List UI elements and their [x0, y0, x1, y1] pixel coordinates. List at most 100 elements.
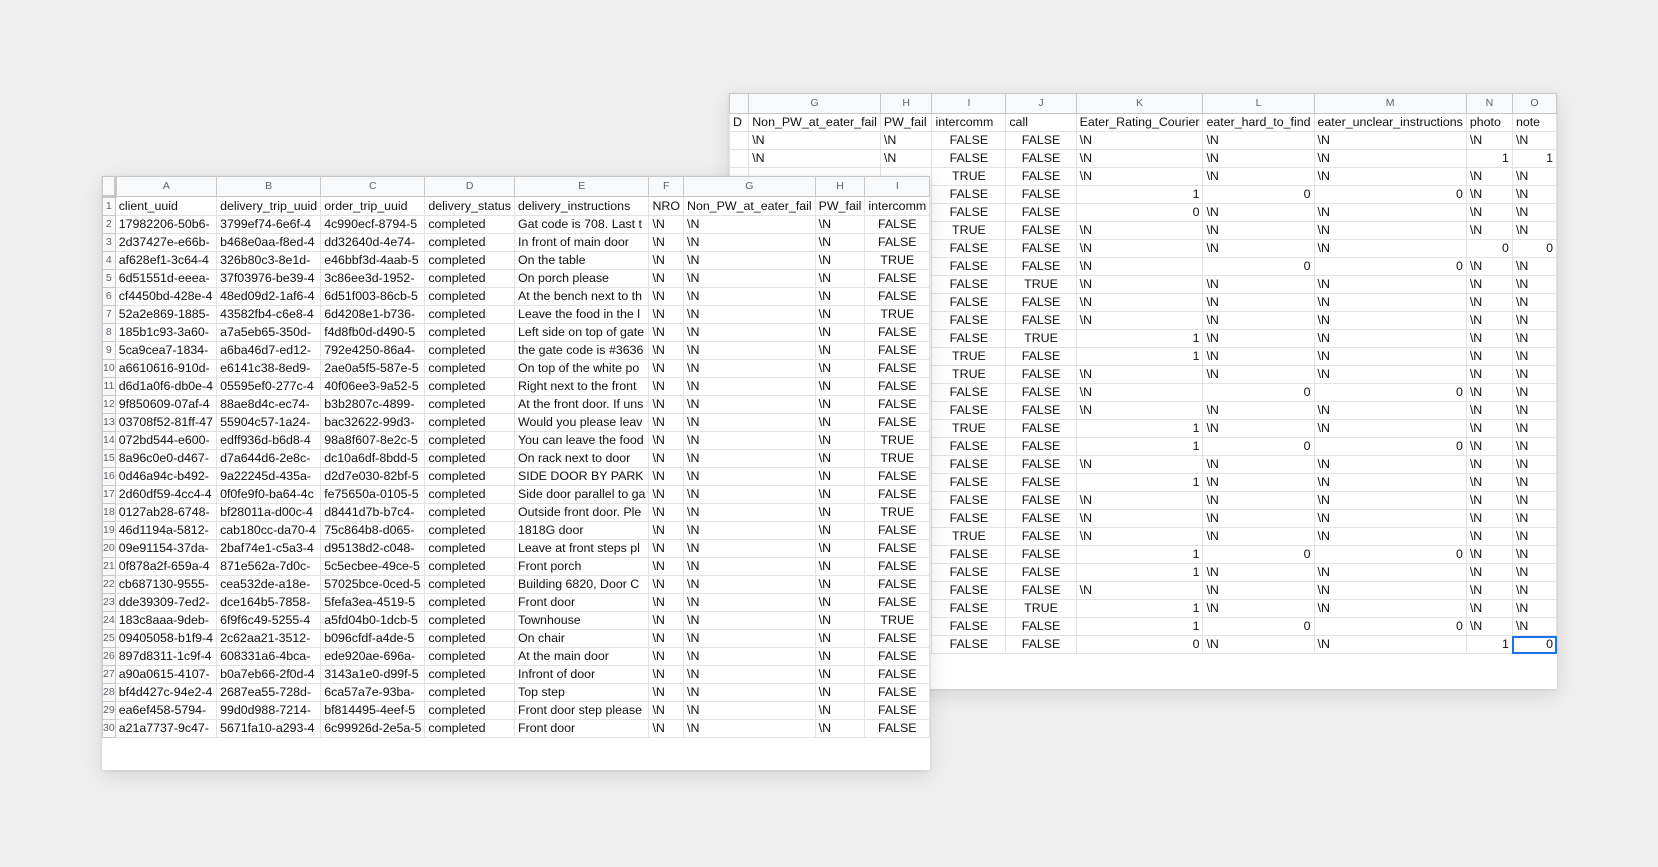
header-cell[interactable]: Eater_Rating_Courier: [1075, 113, 1204, 132]
cell[interactable]: 3143a1e0-d99f-5: [320, 665, 426, 684]
cell[interactable]: FALSE: [1005, 383, 1077, 402]
cell[interactable]: \N: [814, 359, 866, 378]
cell[interactable]: \N: [648, 323, 684, 342]
cell[interactable]: FALSE: [864, 539, 930, 558]
cell[interactable]: bf814495-4eef-5: [320, 701, 426, 720]
cell[interactable]: 0: [1313, 545, 1467, 564]
cell[interactable]: \N: [1465, 329, 1513, 348]
cell[interactable]: b0a7eb66-2f0d-4: [216, 665, 322, 684]
row-number[interactable]: 1: [102, 196, 116, 216]
cell[interactable]: \N: [1465, 437, 1513, 456]
cell[interactable]: FALSE: [1005, 293, 1077, 312]
cell[interactable]: FALSE: [1005, 221, 1077, 240]
cell[interactable]: \N: [1465, 599, 1513, 618]
cell[interactable]: \N: [814, 683, 866, 702]
cell[interactable]: \N: [1313, 527, 1467, 546]
cell[interactable]: \N: [814, 431, 866, 450]
cell[interactable]: 98a8f607-8e2c-5: [320, 431, 426, 450]
cell[interactable]: \N: [814, 629, 866, 648]
cell[interactable]: d95138d2-c048-: [320, 539, 426, 558]
cell[interactable]: \N: [1511, 329, 1557, 348]
cell[interactable]: \N: [1202, 599, 1315, 618]
cell[interactable]: completed: [424, 413, 516, 432]
cell[interactable]: FALSE: [864, 557, 930, 576]
cell[interactable]: \N: [1465, 617, 1513, 636]
cell[interactable]: \N: [648, 359, 684, 378]
cell[interactable]: dce164b5-7858-: [216, 593, 322, 612]
cell[interactable]: 0: [1202, 617, 1315, 636]
cell[interactable]: d7a644d6-2e8c-: [216, 449, 322, 468]
cell[interactable]: cab180cc-da70-4: [216, 521, 322, 540]
cell[interactable]: FALSE: [931, 329, 1007, 348]
cell[interactable]: edff936d-b6d8-4: [216, 431, 322, 450]
cell[interactable]: \N: [814, 269, 866, 288]
row-number[interactable]: 26: [102, 647, 116, 666]
cell[interactable]: 0: [1202, 257, 1315, 276]
cell[interactable]: \N: [1313, 599, 1467, 618]
cell[interactable]: a6610616-910d-: [114, 359, 218, 378]
cell[interactable]: completed: [424, 665, 516, 684]
cell[interactable]: FALSE: [864, 467, 930, 486]
cell[interactable]: \N: [648, 287, 684, 306]
cell[interactable]: \N: [1511, 419, 1557, 438]
cell[interactable]: 37f03976-be39-4: [216, 269, 322, 288]
cell[interactable]: 5671fa10-a293-4: [216, 719, 322, 738]
cell[interactable]: \N: [1465, 257, 1513, 276]
cell[interactable]: \N: [814, 557, 866, 576]
column-header-L[interactable]: L: [1202, 93, 1315, 114]
cell[interactable]: completed: [424, 305, 516, 324]
cell[interactable]: FALSE: [1005, 149, 1077, 168]
cell[interactable]: \N: [1202, 329, 1315, 348]
cell[interactable]: \N: [1465, 311, 1513, 330]
row-number[interactable]: 14: [102, 431, 116, 450]
cell[interactable]: FALSE: [864, 683, 930, 702]
cell[interactable]: 0: [1313, 383, 1467, 402]
cell[interactable]: 48ed09d2-1af6-4: [216, 287, 322, 306]
cell[interactable]: \N: [683, 341, 816, 360]
cell[interactable]: \N: [1465, 221, 1513, 240]
cell[interactable]: FALSE: [931, 581, 1007, 600]
row-number[interactable]: 27: [102, 665, 116, 684]
cell[interactable]: Right next to the front: [514, 377, 650, 396]
cell[interactable]: FALSE: [1005, 257, 1077, 276]
cell[interactable]: \N: [814, 647, 866, 666]
cell[interactable]: b3b2807c-4899-: [320, 395, 426, 414]
row-number[interactable]: 13: [102, 413, 116, 432]
cell[interactable]: 1818G door: [514, 521, 650, 540]
cell[interactable]: \N: [1202, 221, 1315, 240]
column-header-partial[interactable]: [729, 93, 750, 114]
cell[interactable]: 6c99926d-2e5a-5: [320, 719, 426, 738]
cell[interactable]: FALSE: [1005, 239, 1077, 258]
row-number[interactable]: 23: [102, 593, 116, 612]
cell[interactable]: \N: [1202, 347, 1315, 366]
cell[interactable]: \N: [683, 305, 816, 324]
cell[interactable]: \N: [1465, 167, 1513, 186]
cell[interactable]: completed: [424, 233, 516, 252]
cell[interactable]: 792e4250-86a4-: [320, 341, 426, 360]
cell[interactable]: FALSE: [1005, 347, 1077, 366]
cell[interactable]: FALSE: [864, 323, 930, 342]
cell[interactable]: On top of the white po: [514, 359, 650, 378]
cell[interactable]: \N: [814, 485, 866, 504]
cell[interactable]: \N: [1313, 455, 1467, 474]
cell[interactable]: On porch please: [514, 269, 650, 288]
cell[interactable]: \N: [648, 341, 684, 360]
cell[interactable]: Building 6820, Door C: [514, 575, 650, 594]
cell[interactable]: \N: [1075, 257, 1204, 276]
cell[interactable]: \N: [1075, 221, 1204, 240]
cell[interactable]: FALSE: [931, 563, 1007, 582]
cell[interactable]: 6ca57a7e-93ba-: [320, 683, 426, 702]
cell[interactable]: \N: [683, 719, 816, 738]
cell[interactable]: 6d51551d-eeea-: [114, 269, 218, 288]
cell[interactable]: 1: [1465, 149, 1513, 168]
cell[interactable]: fe75650a-0105-5: [320, 485, 426, 504]
cell[interactable]: 0: [1313, 185, 1467, 204]
column-header-G[interactable]: G: [683, 176, 816, 197]
cell[interactable]: FALSE: [864, 413, 930, 432]
cell[interactable]: \N: [1202, 527, 1315, 546]
cell[interactable]: Townhouse: [514, 611, 650, 630]
cell[interactable]: 0: [1075, 635, 1204, 654]
cell[interactable]: 0: [1202, 545, 1315, 564]
column-header-F[interactable]: F: [648, 176, 684, 197]
cell[interactable]: FALSE: [931, 131, 1007, 150]
